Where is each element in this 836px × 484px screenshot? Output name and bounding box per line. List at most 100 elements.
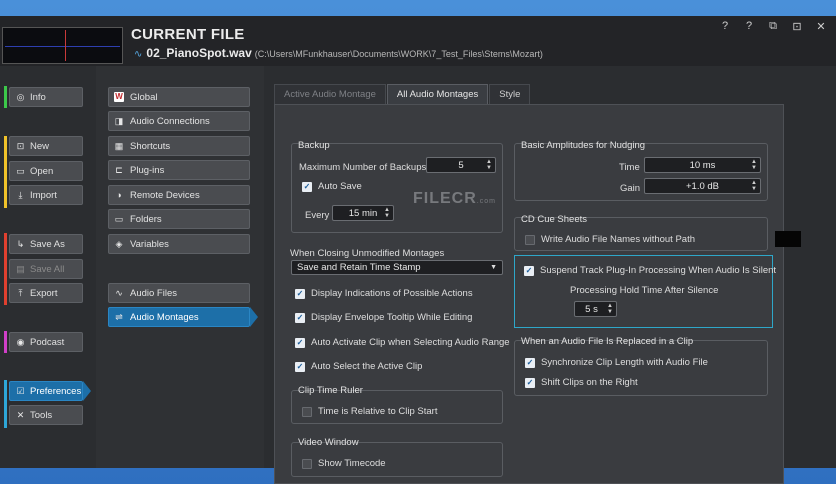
import-button[interactable]: ⤓ Import bbox=[9, 185, 83, 205]
checkbox-checked-icon: ✓ bbox=[525, 357, 535, 368]
keyboard-icon: ▦ bbox=[114, 140, 124, 151]
waveform-overview[interactable] bbox=[2, 27, 123, 64]
category-shortcuts[interactable]: ▦ Shortcuts bbox=[108, 136, 250, 156]
closing-title: When Closing Unmodified Montages bbox=[290, 248, 445, 259]
tab-active-audio-montage[interactable]: Active Audio Montage bbox=[274, 84, 386, 104]
info-accent-bar bbox=[4, 86, 7, 108]
spinner-arrows-icon[interactable]: ▲ ▼ bbox=[384, 207, 390, 219]
gain-label: Gain bbox=[620, 183, 641, 194]
file-accent-bar bbox=[4, 136, 7, 208]
help-icon[interactable]: ? bbox=[742, 20, 756, 33]
preferences-icon: ☑ bbox=[16, 385, 25, 396]
category-audio-files[interactable]: ∿ Audio Files bbox=[108, 283, 250, 303]
header-bar: CURRENT FILE ∿ 02_PianoSpot.wav (C:\Users\… bbox=[0, 16, 836, 66]
preferences-categories: W Global ◨ Audio Connections ▦ Shortcuts ⊏ P… bbox=[96, 66, 264, 468]
video-window-title: Video Window bbox=[298, 437, 359, 448]
export-button[interactable]: ⤒ Export bbox=[9, 283, 83, 303]
hold-time-label: Processing Hold Time After Silence bbox=[570, 285, 719, 296]
tab-style[interactable]: Style bbox=[489, 84, 531, 104]
checkbox-checked-icon: ✓ bbox=[295, 361, 305, 372]
restore-windows-icon[interactable]: ⧉ bbox=[766, 20, 780, 33]
show-timecode-checkbox[interactable]: Show Timecode bbox=[302, 458, 386, 469]
podcast-button[interactable]: ◉ Podcast bbox=[9, 332, 83, 352]
time-label: Time bbox=[619, 162, 640, 173]
suspend-processing-checkbox[interactable]: ✓ Suspend Track Plug-In Processing When A… bbox=[524, 265, 776, 276]
info-icon: ◎ bbox=[16, 91, 25, 102]
tab-all-audio-montages[interactable]: All Audio Montages bbox=[386, 84, 489, 104]
replaced-title: When an Audio File Is Replaced in a Clip bbox=[521, 336, 694, 347]
checkbox-checked-icon: ✓ bbox=[524, 265, 534, 276]
new-button[interactable]: ⊡ New bbox=[9, 136, 83, 156]
tools-button[interactable]: ✕ Tools bbox=[9, 405, 83, 425]
checkbox-unchecked-icon bbox=[525, 234, 535, 245]
open-folder-icon: ▭ bbox=[16, 165, 25, 176]
write-names-checkbox[interactable]: Write Audio File Names without Path bbox=[525, 234, 695, 245]
preferences-button[interactable]: ☑ Preferences bbox=[9, 381, 91, 401]
auto-select-clip-checkbox[interactable]: ✓ Auto Select the Active Clip bbox=[295, 361, 422, 372]
time-field[interactable]: 10 ms ▲ ▼ bbox=[644, 157, 761, 173]
save-as-button[interactable]: ↳ Save As bbox=[9, 234, 83, 254]
save-all-icon: ▤ bbox=[16, 263, 25, 274]
file-path: (C:\Users\MFunkhauser\Documents\WORK\7_T… bbox=[254, 49, 543, 59]
checkbox-unchecked-icon bbox=[302, 458, 312, 469]
checkbox-checked-icon: ✓ bbox=[302, 181, 312, 192]
backup-title: Backup bbox=[298, 140, 330, 151]
checkbox-checked-icon: ✓ bbox=[295, 312, 305, 323]
category-folders[interactable]: ▭ Folders bbox=[108, 209, 250, 229]
app-window: CURRENT FILE ∿ 02_PianoSpot.wav (C:\Users\… bbox=[0, 16, 836, 484]
tag-icon: ◈ bbox=[115, 238, 123, 249]
category-plugins[interactable]: ⊏ Plug-ins bbox=[108, 160, 250, 180]
envelope-tooltip-checkbox[interactable]: ✓ Display Envelope Tooltip While Editing bbox=[295, 312, 472, 323]
audio-file-icon: ∿ bbox=[115, 287, 123, 298]
cue-sheets-title: CD Cue Sheets bbox=[521, 214, 588, 225]
every-label: Every bbox=[305, 210, 330, 221]
redaction-block bbox=[775, 231, 801, 247]
preferences-tabs: Active Audio Montage All Audio Montages … bbox=[274, 84, 531, 104]
category-variables[interactable]: ◈ Variables bbox=[108, 234, 250, 254]
info-button[interactable]: ◎ Info bbox=[9, 87, 83, 107]
checkbox-checked-icon: ✓ bbox=[525, 377, 535, 388]
save-all-button[interactable]: ▤ Save All bbox=[9, 259, 83, 279]
gain-field[interactable]: +1.0 dB ▲ ▼ bbox=[644, 178, 761, 194]
category-audio-connections[interactable]: ◨ Audio Connections bbox=[108, 111, 250, 131]
max-backups-field[interactable]: 5 ▲ ▼ bbox=[426, 157, 496, 173]
folder-icon: ▭ bbox=[114, 213, 124, 224]
display-indications-checkbox[interactable]: ✓ Display Indications of Possible Actions bbox=[295, 288, 473, 299]
spinner-arrows-icon[interactable]: ▲ ▼ bbox=[607, 303, 613, 315]
spinner-arrows-icon[interactable]: ▲ ▼ bbox=[751, 180, 757, 192]
auto-save-checkbox[interactable]: ✓ Auto Save bbox=[302, 181, 362, 192]
hold-time-field[interactable]: 5 s ▲ ▼ bbox=[574, 301, 617, 317]
close-icon[interactable]: ✕ bbox=[814, 20, 828, 33]
montage-icon: ⇌ bbox=[115, 311, 123, 322]
window-layout-icon[interactable]: ⊡ bbox=[790, 20, 804, 33]
shift-clips-checkbox[interactable]: ✓ Shift Clips on the Right bbox=[525, 377, 638, 388]
open-button[interactable]: ▭ Open bbox=[9, 161, 83, 181]
auto-activate-clip-checkbox[interactable]: ✓ Auto Activate Clip when Selecting Audio… bbox=[295, 337, 510, 348]
spinner-arrows-icon[interactable]: ▲ ▼ bbox=[486, 159, 492, 171]
file-name: 02_PianoSpot.wav bbox=[146, 46, 252, 60]
plugin-icon: ⊏ bbox=[115, 164, 123, 175]
category-audio-montages[interactable]: ⇌ Audio Montages bbox=[108, 307, 258, 327]
closing-action-select[interactable]: Save and Retain Time Stamp ▼ bbox=[291, 260, 503, 275]
clip-time-ruler-title: Clip Time Ruler bbox=[298, 385, 363, 396]
podcast-accent-bar bbox=[4, 331, 7, 353]
settings-panel: Backup Maximum Number of Backups 5 ▲ ▼ ✓ Au… bbox=[274, 104, 784, 484]
podcast-icon: ◉ bbox=[16, 336, 25, 347]
watermark: FILECR.com bbox=[413, 190, 496, 207]
time-relative-checkbox[interactable]: Time is Relative to Clip Start bbox=[302, 406, 438, 417]
file-info: ∿ 02_PianoSpot.wav (C:\Users\MFunkhauser\D… bbox=[134, 46, 543, 60]
tools-icon: ✕ bbox=[16, 409, 25, 420]
spinner-arrows-icon[interactable]: ▲ ▼ bbox=[751, 159, 757, 171]
export-icon: ⤒ bbox=[18, 287, 23, 298]
nudging-title: Basic Amplitudes for Nudging bbox=[521, 140, 646, 151]
category-remote-devices[interactable]: ◑ Remote Devices bbox=[108, 185, 250, 205]
every-field[interactable]: 15 min ▲ ▼ bbox=[332, 205, 394, 221]
remote-device-icon: ◑ bbox=[116, 190, 122, 200]
category-global[interactable]: W Global bbox=[108, 87, 250, 107]
sync-clip-length-checkbox[interactable]: ✓ Synchronize Clip Length with Audio File bbox=[525, 357, 708, 368]
new-file-icon: ⊡ bbox=[16, 140, 25, 151]
chevron-down-icon: ▼ bbox=[490, 264, 497, 271]
speaker-icon: ◨ bbox=[114, 115, 124, 126]
help-cursor-icon[interactable]: ? bbox=[718, 20, 732, 33]
wavelab-logo-icon: W bbox=[114, 92, 124, 102]
